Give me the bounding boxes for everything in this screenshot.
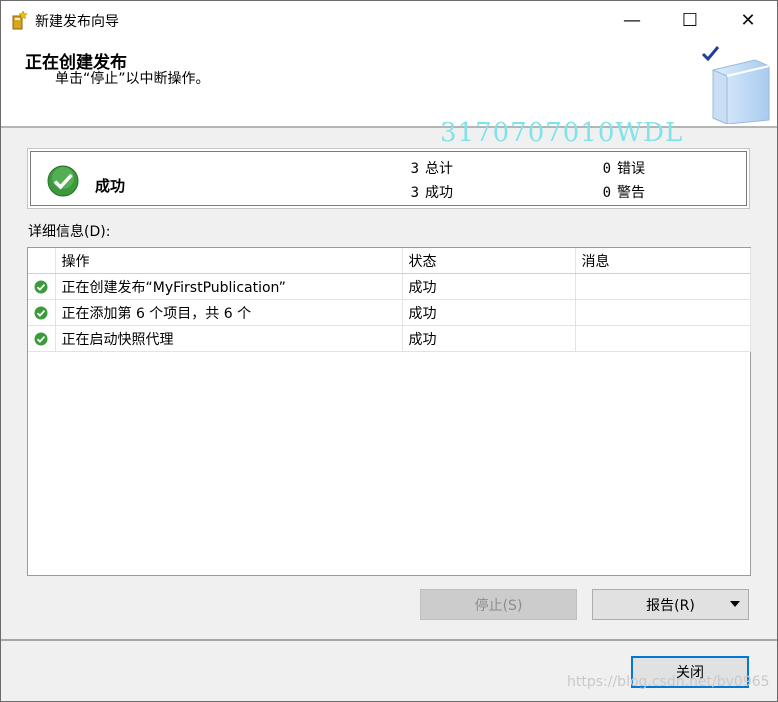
details-label: 详细信息(D):: [28, 224, 111, 240]
summary-status: 成功: [95, 177, 126, 195]
stop-button-label: 停止(S): [474, 597, 523, 614]
row-message: [575, 299, 751, 326]
stat-warning: 0 警告: [597, 182, 645, 202]
summary-frame: 成功 3 总计 3 成功 0 错误 0 警告: [30, 151, 747, 206]
table-header-row: 操作 状态 消息: [28, 248, 751, 274]
column-header-message[interactable]: 消息: [575, 248, 751, 274]
maximize-button[interactable]: ☐: [661, 1, 719, 40]
stat-success: 3 成功: [405, 182, 453, 202]
row-action: 正在创建发布“MyFirstPublication”: [55, 273, 403, 300]
row-action: 正在添加第 6 个项目，共 6 个: [55, 299, 403, 326]
stat-warning-count: 0: [602, 185, 611, 201]
report-button[interactable]: 报告(R): [592, 589, 749, 620]
window-title: 新建发布向导: [35, 14, 119, 30]
header-icon-cell: [28, 248, 56, 274]
stat-success-count: 3: [410, 185, 419, 201]
page-subtitle: 单击“停止”以中断操作。: [55, 71, 210, 87]
stat-error-count: 0: [602, 161, 611, 177]
footer-divider: [1, 639, 777, 641]
stat-warning-label: 警告: [617, 185, 645, 201]
stat-total: 3 总计: [405, 158, 453, 178]
row-status: 成功: [402, 325, 576, 352]
wizard-window: 新建发布向导 — ☐ ✕ 正在创建发布 单击“停止”以中断操作。 3170707…: [0, 0, 778, 702]
footer-watermark: https://blog.csdn.net/bv0965: [567, 674, 770, 690]
summary-panel: 成功 3 总计 3 成功 0 错误 0 警告: [27, 148, 750, 209]
row-status-cell: [28, 299, 56, 326]
wizard-header: 正在创建发布 单击“停止”以中断操作。: [1, 40, 777, 128]
watermark-text: 3170707010WDL: [440, 118, 684, 148]
table-row[interactable]: 正在创建发布“MyFirstPublication” 成功: [28, 273, 751, 300]
minimize-icon: —: [623, 10, 641, 31]
table-row[interactable]: 正在添加第 6 个项目，共 6 个 成功: [28, 299, 751, 326]
row-status: 成功: [402, 273, 576, 300]
details-grid[interactable]: 操作 状态 消息 正在创建发布“MyFirstPublication” 成功 正…: [27, 247, 751, 576]
stat-total-label: 总计: [425, 161, 453, 177]
success-check-icon: [34, 332, 48, 345]
close-window-button[interactable]: ✕: [719, 1, 777, 40]
stop-button[interactable]: 停止(S): [420, 589, 577, 620]
success-check-icon: [34, 280, 48, 293]
title-bar: 新建发布向导 — ☐ ✕: [1, 1, 777, 40]
chevron-down-icon[interactable]: [730, 601, 740, 607]
minimize-button[interactable]: —: [603, 1, 661, 40]
publication-book-icon: [701, 46, 770, 124]
row-message: [575, 273, 751, 300]
wizard-app-icon: [12, 10, 28, 30]
column-header-status[interactable]: 状态: [402, 248, 576, 274]
stat-error: 0 错误: [597, 158, 645, 178]
row-status-cell: [28, 273, 56, 300]
stat-error-label: 错误: [617, 161, 645, 177]
close-icon: ✕: [740, 10, 756, 31]
details-table: 操作 状态 消息 正在创建发布“MyFirstPublication” 成功 正…: [28, 248, 751, 352]
success-check-icon: [47, 165, 79, 197]
row-status-cell: [28, 325, 56, 352]
column-header-action[interactable]: 操作: [55, 248, 403, 274]
table-row[interactable]: 正在启动快照代理 成功: [28, 325, 751, 352]
row-message: [575, 325, 751, 352]
report-button-label: 报告(R): [646, 597, 695, 614]
stat-success-label: 成功: [425, 185, 453, 201]
row-status: 成功: [402, 299, 576, 326]
maximize-icon: ☐: [681, 10, 699, 31]
success-check-icon: [34, 306, 48, 319]
row-action: 正在启动快照代理: [55, 325, 403, 352]
stat-total-count: 3: [410, 161, 419, 177]
